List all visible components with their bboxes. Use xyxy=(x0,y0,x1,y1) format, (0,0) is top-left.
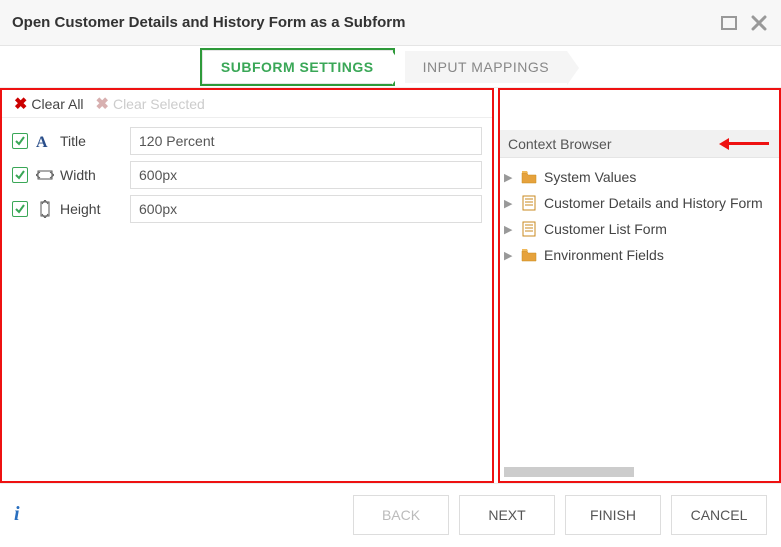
main-area: ✖ Clear All ✖ Clear Selected A Title xyxy=(0,88,781,483)
cancel-button[interactable]: CANCEL xyxy=(671,495,767,535)
form-icon xyxy=(520,195,538,211)
tree-item-label: Customer Details and History Form xyxy=(544,195,763,211)
text-icon: A xyxy=(34,133,56,149)
title-label: Title xyxy=(60,133,130,149)
height-label: Height xyxy=(60,201,130,217)
folder-icon xyxy=(520,248,538,262)
height-input[interactable] xyxy=(130,195,482,223)
tab-subform-settings[interactable]: SUBFORM SETTINGS xyxy=(202,50,393,84)
dialog-title: Open Customer Details and History Form a… xyxy=(12,14,709,31)
width-label: Width xyxy=(60,167,130,183)
context-browser-panel: Context Browser ▶ System Values ▶ Customer … xyxy=(498,88,781,483)
dialog-footer: i BACK NEXT FINISH CANCEL xyxy=(0,483,781,545)
caret-icon: ▶ xyxy=(504,223,514,236)
check-icon xyxy=(14,135,26,147)
setting-row-height: Height xyxy=(2,192,492,226)
checkbox-title[interactable] xyxy=(12,133,28,149)
settings-toolbar: ✖ Clear All ✖ Clear Selected xyxy=(2,90,492,118)
caret-icon: ▶ xyxy=(504,171,514,184)
info-button[interactable]: i xyxy=(14,503,20,526)
maximize-icon xyxy=(721,16,737,30)
checkbox-height[interactable] xyxy=(12,201,28,217)
tree-item[interactable]: ▶ Customer List Form xyxy=(504,216,775,242)
tree-item[interactable]: ▶ Environment Fields xyxy=(504,242,775,268)
context-browser-header: Context Browser xyxy=(500,130,779,158)
setting-row-title: A Title xyxy=(2,124,492,158)
check-icon xyxy=(14,203,26,215)
next-button[interactable]: NEXT xyxy=(459,495,555,535)
tab-input-mappings[interactable]: INPUT MAPPINGS xyxy=(405,51,568,83)
tree-item-label: Environment Fields xyxy=(544,247,664,263)
x-icon: ✖ xyxy=(14,94,27,114)
maximize-button[interactable] xyxy=(719,14,739,32)
clear-all-label: Clear All xyxy=(31,96,83,112)
caret-icon: ▶ xyxy=(504,197,514,210)
setting-row-width: Width xyxy=(2,158,492,192)
clear-all-button[interactable]: ✖ Clear All xyxy=(8,92,90,116)
close-icon xyxy=(751,15,767,31)
svg-text:A: A xyxy=(36,134,48,149)
caret-icon: ▶ xyxy=(504,249,514,262)
back-button: BACK xyxy=(353,495,449,535)
tree-item-label: Customer List Form xyxy=(544,221,667,237)
clear-selected-button: ✖ Clear Selected xyxy=(90,92,211,116)
title-input[interactable] xyxy=(130,127,482,155)
context-tree: ▶ System Values ▶ Customer Details and Hist… xyxy=(500,158,779,274)
width-icon xyxy=(34,168,56,182)
tree-item[interactable]: ▶ Customer Details and History Form xyxy=(504,190,775,216)
folder-icon xyxy=(520,170,538,184)
annotation-arrow xyxy=(719,138,769,150)
dialog-header: Open Customer Details and History Form a… xyxy=(0,0,781,46)
finish-button[interactable]: FINISH xyxy=(565,495,661,535)
tree-item-label: System Values xyxy=(544,169,636,185)
x-icon: ✖ xyxy=(96,94,109,114)
height-icon xyxy=(34,200,56,218)
tree-item[interactable]: ▶ System Values xyxy=(504,164,775,190)
close-button[interactable] xyxy=(749,14,769,32)
width-input[interactable] xyxy=(130,161,482,189)
check-icon xyxy=(14,169,26,181)
tab-bar: SUBFORM SETTINGS INPUT MAPPINGS xyxy=(0,46,781,88)
clear-selected-label: Clear Selected xyxy=(113,96,205,112)
context-browser-title: Context Browser xyxy=(508,136,611,152)
checkbox-width[interactable] xyxy=(12,167,28,183)
form-icon xyxy=(520,221,538,237)
settings-panel: ✖ Clear All ✖ Clear Selected A Title xyxy=(0,88,494,483)
horizontal-scrollbar[interactable] xyxy=(504,467,634,477)
settings-list: A Title Width xyxy=(2,118,492,232)
